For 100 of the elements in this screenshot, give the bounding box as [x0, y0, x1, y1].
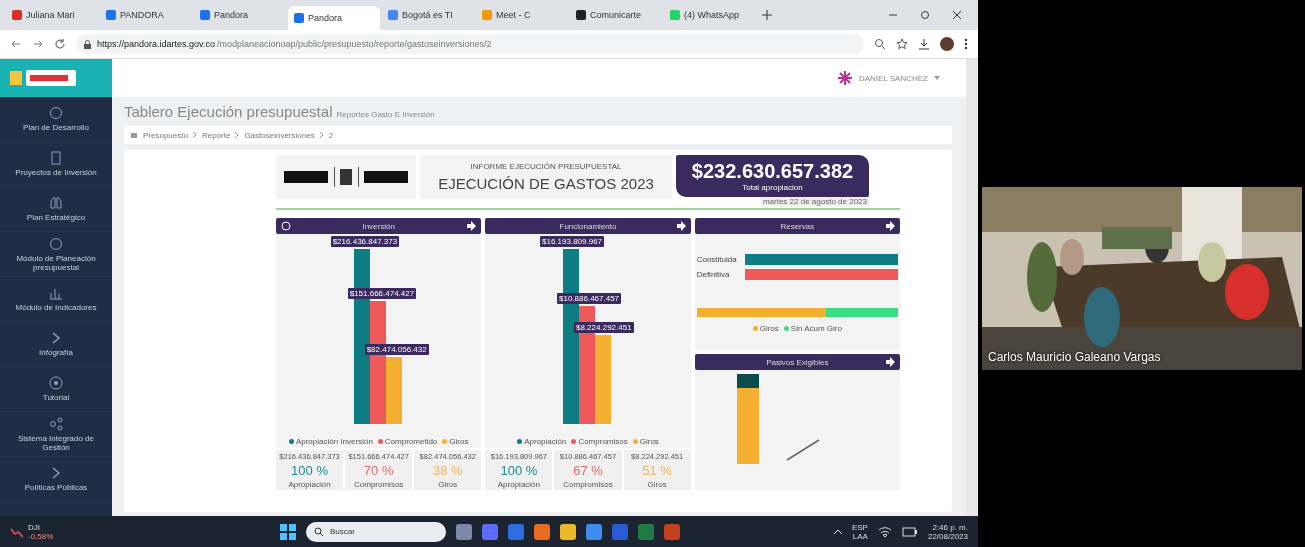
browser-tab[interactable]: Comunicarte — [570, 3, 662, 27]
download-icon[interactable] — [918, 38, 930, 50]
search-icon — [314, 526, 324, 537]
star-icon[interactable] — [896, 38, 908, 50]
kpi-caption: Compromisos — [354, 479, 404, 489]
legend-label: Apropiación Inversión — [295, 437, 373, 446]
kpi-caption: Giros — [647, 479, 667, 489]
legend-label: Giros — [449, 437, 469, 446]
profile-avatar[interactable] — [940, 37, 954, 51]
panel-title: Pasivos Exigibles — [766, 357, 829, 367]
chevron-icon — [235, 132, 240, 138]
chevron-icon — [319, 132, 324, 138]
chevron-icon — [192, 132, 197, 138]
new-tab-icon[interactable] — [762, 10, 772, 20]
lock-icon[interactable] — [84, 39, 91, 49]
kpi-percent: 100 % — [500, 462, 538, 478]
user-logo-icon — [836, 70, 853, 86]
search-icon[interactable] — [874, 38, 886, 50]
wifi-icon[interactable] — [877, 525, 892, 538]
report-label: INFORME EJECUCIÓN PRESUPUESTAL — [470, 162, 622, 171]
panel-title: Funcionamiento — [559, 221, 617, 231]
search-field[interactable]: Buscar — [306, 521, 446, 542]
browser-tab[interactable]: Pandora — [194, 3, 286, 27]
legend-label: Apropiación — [524, 437, 567, 446]
bar-label: Definitiva — [696, 270, 731, 279]
info-icon[interactable] — [281, 221, 291, 231]
close-icon[interactable] — [952, 10, 962, 20]
breadcrumb-link[interactable]: Gastoseinversiones — [244, 130, 315, 140]
site-icon — [294, 13, 304, 23]
breadcrumb-link[interactable]: 2 — [328, 130, 334, 140]
reload-icon[interactable] — [54, 38, 66, 50]
browser-tab[interactable]: Juliana Mari — [6, 3, 98, 27]
site-icon — [106, 10, 116, 20]
back-icon[interactable] — [10, 38, 22, 50]
site-icon — [12, 10, 22, 20]
start-icon[interactable] — [280, 523, 296, 540]
battery-icon[interactable] — [901, 526, 918, 537]
site-icon — [670, 10, 680, 20]
arrow-icon[interactable] — [675, 221, 686, 231]
breadcrumb-link[interactable]: Reporte — [201, 130, 231, 140]
total-label: Total apropiacion — [742, 183, 803, 192]
data-label: $16.193.809.967 — [540, 236, 605, 247]
address-field[interactable]: https://pandora.idartes.gov.co /modplaneacionoap/public/presupuesto/reporte/gastoseinversiones/2 — [76, 34, 864, 54]
browser-tab[interactable]: PANDORA — [100, 3, 192, 27]
arrow-icon[interactable] — [466, 221, 477, 231]
language-indicator[interactable]: ESP LAA — [851, 522, 868, 541]
menu-icon[interactable] — [964, 38, 968, 50]
kpi-caption: Compromisos — [563, 479, 613, 489]
browser-tab[interactable]: Pandora — [288, 6, 380, 30]
browser-tab[interactable]: (4) WhatsApp — [664, 3, 756, 27]
arrow-icon[interactable] — [885, 221, 895, 231]
legend-label: Comprometido — [384, 437, 438, 446]
app-icon[interactable] — [560, 523, 576, 540]
document-icon — [49, 151, 63, 165]
bar-chart-icon — [49, 286, 63, 300]
data-label: $216.436.847.373 — [330, 236, 400, 247]
kpi-caption: Apropiación — [288, 479, 331, 489]
user-menu[interactable]: DANIEL SANCHEZ — [858, 73, 928, 83]
kpi-percent: 38 % — [432, 462, 463, 478]
stock-widget[interactable]: DJI -0,58% — [10, 522, 280, 541]
kpi-caption: Giros — [438, 479, 458, 489]
legend-label: Giros — [639, 437, 659, 446]
kpi-percent: 51 % — [642, 462, 672, 478]
caret-icon[interactable] — [934, 76, 940, 80]
panel-title: Inversión — [362, 221, 395, 231]
site-icon — [388, 10, 398, 20]
target-icon — [49, 376, 63, 390]
app-icon[interactable] — [586, 523, 602, 540]
kpi-percent: 100 % — [291, 462, 328, 478]
site-icon — [200, 10, 210, 20]
site-icon — [576, 10, 586, 20]
data-label: $82.474.056.432 — [364, 344, 429, 355]
app-icon[interactable] — [482, 523, 498, 540]
page-subtitle: Reportes Gasto E Inversión — [336, 110, 435, 119]
chevron-icon[interactable] — [833, 529, 842, 534]
legend-label: Compromisos — [578, 437, 628, 446]
forward-icon[interactable] — [32, 38, 44, 50]
arrow-icon[interactable] — [884, 357, 895, 367]
app-icon[interactable] — [534, 523, 550, 540]
breadcrumb-link[interactable]: Presupuesto — [143, 130, 188, 140]
app-icon[interactable] — [456, 523, 472, 540]
browser-tab[interactable]: Bogotá es TI — [382, 3, 474, 27]
data-label: $10.886.467.457 — [557, 293, 622, 304]
report-title: EJECUCIÓN DE GASTOS 2023 — [438, 175, 654, 192]
participant-name: Carlos Mauricio Galeano Vargas — [988, 350, 1161, 364]
network-icon — [49, 416, 63, 431]
clock[interactable]: 2:46 p. m. 22/08/2023 — [927, 522, 968, 541]
report-date: martes 22 de agosto de 2023 — [760, 197, 869, 206]
binoculars-icon — [49, 196, 63, 210]
site-icon — [482, 10, 492, 20]
total-amount: $232.630.657.382 — [691, 160, 854, 183]
browser-tab[interactable]: Meet - C — [476, 3, 568, 27]
scrollbar[interactable] — [966, 59, 978, 516]
bar-label: Constituida — [696, 255, 738, 264]
restore-icon[interactable] — [920, 10, 930, 20]
kpi-caption: Apropiación — [497, 479, 540, 489]
kpi-percent: 67 % — [573, 462, 603, 478]
page-title: Tablero Ejecución presupuestal — [124, 103, 333, 120]
data-label: $8.224.292.451 — [574, 322, 634, 333]
home-icon — [130, 131, 138, 139]
